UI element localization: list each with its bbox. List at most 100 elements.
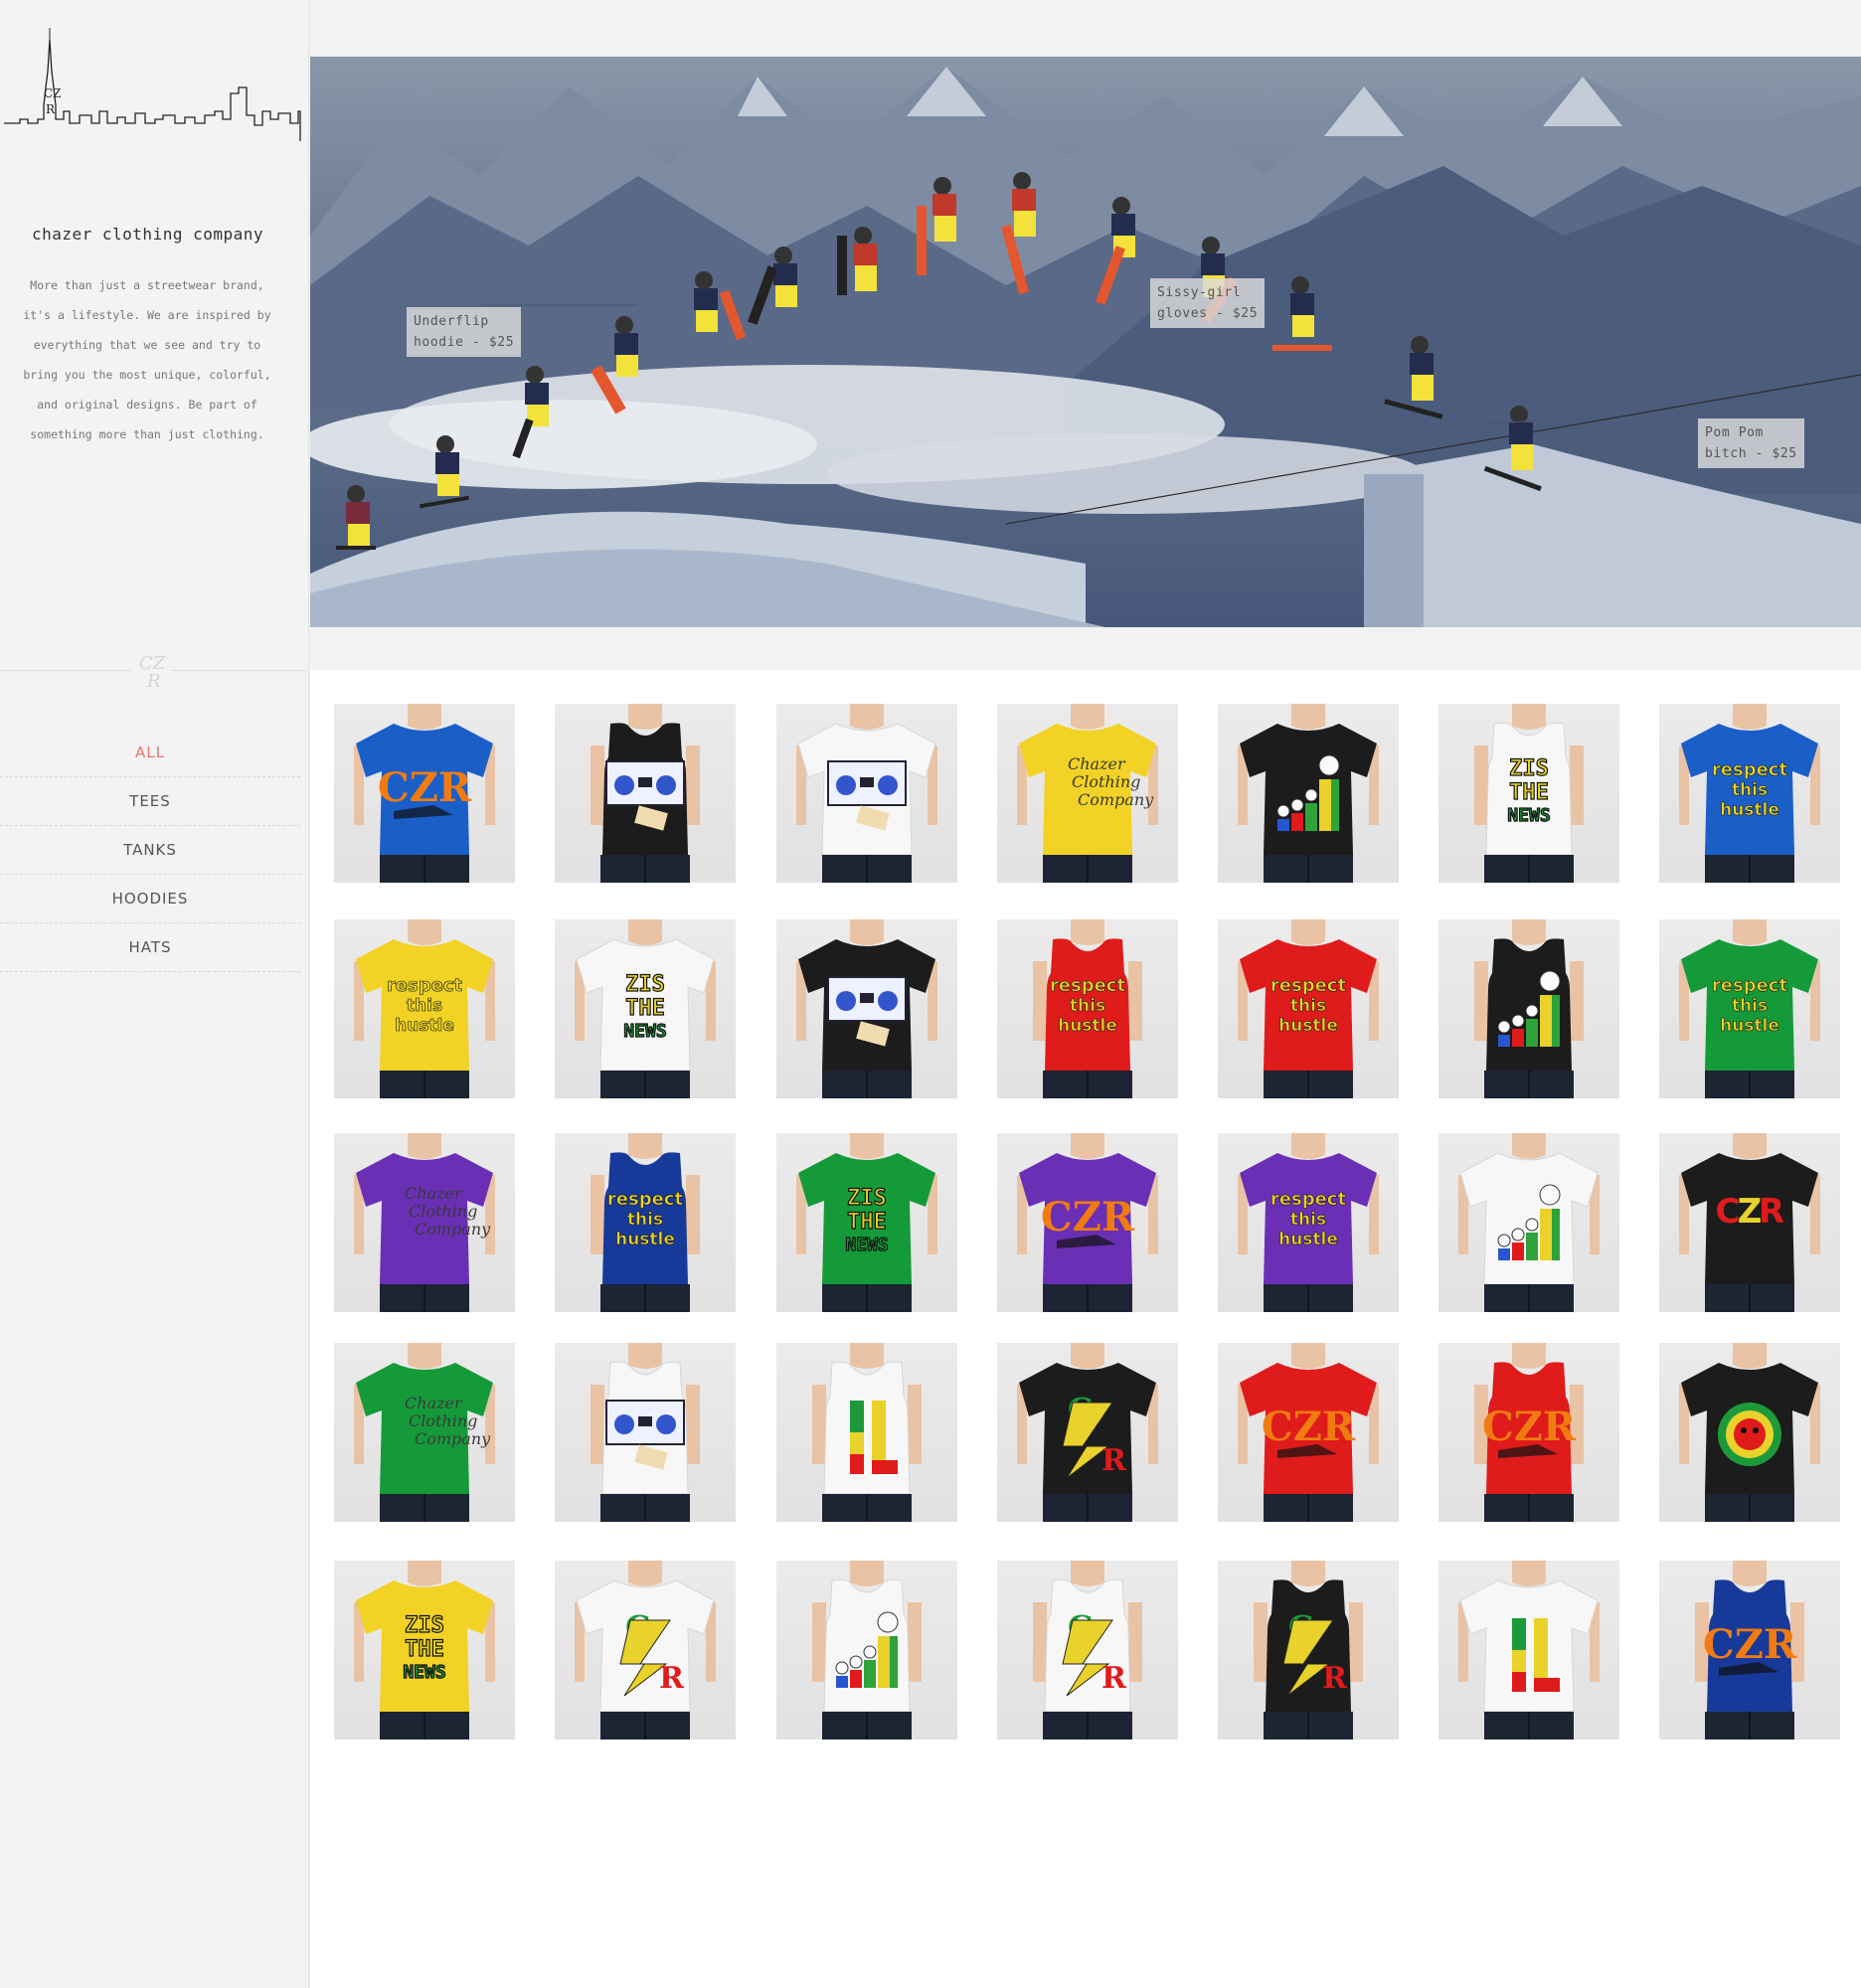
nav-item-tanks[interactable]: TANKS	[0, 826, 300, 875]
product-card[interactable]	[1659, 1343, 1840, 1522]
svg-text:this: this	[1732, 996, 1768, 1016]
svg-text:NEWS: NEWS	[845, 1235, 888, 1255]
product-image	[796, 919, 937, 1098]
hotspot-line1: Sissy-girl	[1157, 285, 1242, 300]
product-image	[1238, 704, 1379, 883]
zis-the-news-graphic: ZISTHENEWS	[845, 1185, 890, 1255]
product-card[interactable]: CR	[997, 1561, 1178, 1740]
svg-text:R: R	[146, 671, 161, 692]
product-image	[812, 1561, 922, 1740]
product-card[interactable]: ZIS THE NEWS	[1438, 704, 1619, 883]
product-card[interactable]	[776, 1343, 957, 1522]
product-image: CR	[1033, 1561, 1142, 1740]
hotspot-sissy-girl-gloves[interactable]: Sissy-girl gloves - $25	[1150, 278, 1266, 328]
product-image: ChazerClothingCompany	[1017, 704, 1158, 883]
product-image: CR	[1254, 1561, 1363, 1740]
svg-text:this: this	[1732, 780, 1768, 800]
product-image: ChazerClothingCompany	[354, 1133, 495, 1312]
product-card[interactable]: CZR	[334, 704, 515, 883]
svg-text:NEWS: NEWS	[623, 1021, 666, 1042]
product-card[interactable]	[555, 704, 736, 883]
product-image: ZISTHENEWS	[575, 919, 716, 1098]
product-card[interactable]: respect this hustle	[555, 1133, 736, 1312]
zis-the-news-graphic: ZISTHENEWS	[623, 971, 668, 1042]
product-card[interactable]: CZR	[997, 1133, 1178, 1312]
zis-the-news-graphic: ZISTHENEWS	[403, 1612, 447, 1683]
svg-text:R: R	[1101, 1661, 1127, 1696]
czr-splash-graphic: CZR	[1482, 1404, 1577, 1458]
svg-text:NEWS: NEWS	[1507, 805, 1550, 826]
product-image: CR	[1017, 1343, 1158, 1522]
product-card[interactable]: ZIS THE NEWS	[555, 919, 736, 1098]
product-card[interactable]: Chazer Clothing Company	[334, 1343, 515, 1522]
svg-text:THE: THE	[625, 996, 665, 1021]
product-card[interactable]	[1438, 919, 1619, 1098]
svg-text:hustle: hustle	[1720, 1016, 1779, 1036]
svg-text:Company: Company	[415, 1220, 491, 1239]
product-card[interactable]	[776, 919, 957, 1098]
zis-the-news-graphic: ZISTHENEWS	[1507, 755, 1552, 826]
svg-text:Chazer: Chazer	[405, 1184, 463, 1203]
svg-text:this: this	[1290, 996, 1326, 1016]
product-card[interactable]: Chazer Clothing Company	[334, 1133, 515, 1312]
product-image: CZR	[1695, 1561, 1804, 1740]
product-card[interactable]	[1218, 704, 1399, 883]
product-image	[796, 704, 937, 883]
product-card[interactable]: ZIS THE NEWS	[776, 1133, 957, 1312]
product-card[interactable]: CR	[1218, 1561, 1399, 1740]
product-card[interactable]: ZIS THE NEWS	[334, 1561, 515, 1740]
hotspot-pom-pom[interactable]: Pom Pom bitch - $25	[1698, 418, 1804, 468]
svg-text:hustle: hustle	[1058, 1016, 1117, 1036]
nav-item-all[interactable]: ALL	[0, 729, 300, 777]
lion-graphic	[1718, 1403, 1781, 1466]
product-card[interactable]	[776, 704, 957, 883]
czr-splash-graphic: CZR	[1041, 1194, 1135, 1248]
product-card[interactable]: respect this hustle	[997, 919, 1178, 1098]
product-card[interactable]: CZR	[1659, 1561, 1840, 1740]
svg-text:respect: respect	[387, 975, 463, 996]
product-card[interactable]: CR	[997, 1343, 1178, 1522]
product-card[interactable]: respect this hustle	[1659, 919, 1840, 1098]
skyline-logo[interactable]: CZ R	[0, 28, 309, 147]
svg-text:Company: Company	[1078, 790, 1154, 809]
product-card[interactable]: respect this hustle	[1218, 919, 1399, 1098]
svg-text:R: R	[1101, 1443, 1127, 1478]
czr-rasta-graphic: CZR	[1716, 1192, 1785, 1232]
nav-item-tees[interactable]: TEES	[0, 777, 300, 826]
hotspot-line2: gloves - $25	[1157, 306, 1259, 321]
product-card[interactable]: CR	[555, 1561, 736, 1740]
nav-item-hats[interactable]: HATS	[0, 923, 300, 972]
hotspot-underflip-hoodie[interactable]: Underflip hoodie - $25	[407, 307, 522, 357]
product-image	[1458, 1561, 1600, 1740]
svg-text:Chazer: Chazer	[1068, 754, 1126, 773]
product-card[interactable]	[1438, 1133, 1619, 1312]
svg-text:NEWS: NEWS	[403, 1662, 445, 1683]
product-card[interactable]: CZR	[1659, 1133, 1840, 1312]
product-card[interactable]: respect this hustle	[1659, 704, 1840, 883]
hotspot-line2: bitch - $25	[1705, 446, 1797, 461]
svg-text:this: this	[1070, 996, 1105, 1016]
svg-text:respect: respect	[607, 1189, 684, 1210]
product-card[interactable]: Chazer Clothing Company	[997, 704, 1178, 883]
product-image: CZR	[1474, 1343, 1584, 1522]
product-card[interactable]: CZR	[1218, 1343, 1399, 1522]
nav-item-hoodies[interactable]: HOODIES	[0, 875, 300, 923]
product-image: ZISTHENEWS	[796, 1133, 937, 1312]
svg-text:respect: respect	[1712, 975, 1788, 996]
product-card[interactable]: CZR	[1438, 1343, 1619, 1522]
czr-splash-graphic: CZR	[378, 764, 472, 819]
product-card[interactable]: respect this hustle	[1218, 1133, 1399, 1312]
product-card[interactable]	[555, 1343, 736, 1522]
svg-text:R: R	[1759, 1192, 1784, 1232]
product-image: CZR	[354, 704, 495, 883]
product-image	[1474, 919, 1584, 1098]
product-card[interactable]: respect this hustle	[334, 919, 515, 1098]
product-image: ZISTHENEWS	[354, 1561, 495, 1740]
product-card[interactable]	[1438, 1561, 1619, 1740]
product-card[interactable]	[776, 1561, 957, 1740]
product-image: ChazerClothingCompany	[354, 1343, 495, 1522]
svg-text:respect: respect	[1050, 975, 1126, 996]
svg-text:Chazer: Chazer	[405, 1394, 463, 1412]
product-image: ZISTHENEWS	[1474, 704, 1584, 883]
svg-text:Company: Company	[415, 1429, 491, 1448]
